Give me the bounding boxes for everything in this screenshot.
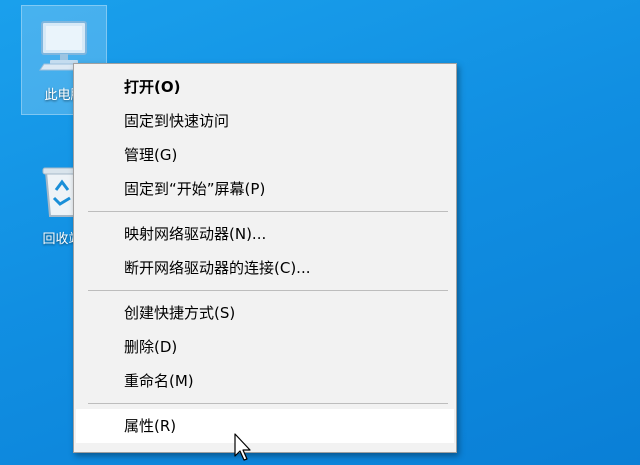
menu-item-properties[interactable]: 属性(R)	[76, 409, 454, 443]
context-menu: 打开(O) 固定到快速访问 管理(G) 固定到“开始”屏幕(P) 映射网络驱动器…	[73, 63, 457, 453]
menu-item-pin-quick-access[interactable]: 固定到快速访问	[74, 104, 456, 138]
menu-item-disconnect-network-drive[interactable]: 断开网络驱动器的连接(C)...	[74, 251, 456, 285]
menu-item-create-shortcut[interactable]: 创建快捷方式(S)	[74, 296, 456, 330]
menu-separator	[88, 211, 448, 212]
menu-item-map-network-drive[interactable]: 映射网络驱动器(N)...	[74, 217, 456, 251]
menu-separator	[88, 290, 448, 291]
arrow-cursor-icon	[234, 433, 251, 461]
desktop: 此电脑 回收站 打开(O) 固定到快速访问 管理(G) 固定到“开始”屏幕(P)…	[0, 0, 640, 465]
menu-item-pin-start[interactable]: 固定到“开始”屏幕(P)	[74, 172, 456, 206]
menu-item-manage[interactable]: 管理(G)	[74, 138, 456, 172]
menu-item-rename[interactable]: 重命名(M)	[74, 364, 456, 398]
menu-separator	[88, 403, 448, 404]
menu-item-open[interactable]: 打开(O)	[74, 70, 456, 104]
menu-item-delete[interactable]: 删除(D)	[74, 330, 456, 364]
